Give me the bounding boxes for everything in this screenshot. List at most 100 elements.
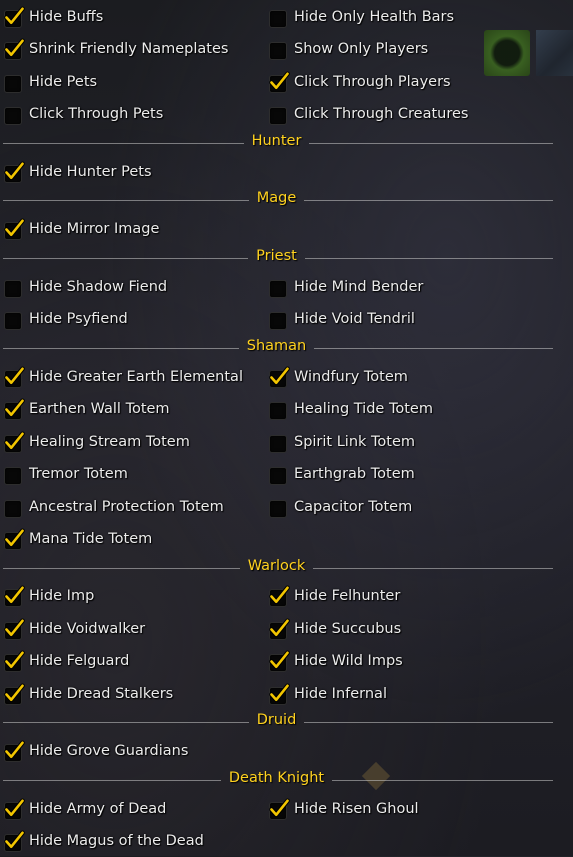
option-row: Hide Shadow Fiend Hide Mind Bender (0, 271, 573, 303)
checkbox-unchecked[interactable] (268, 498, 287, 518)
option-hide-felguard[interactable]: Hide Felguard (3, 645, 129, 677)
checkbox-unchecked[interactable] (3, 278, 22, 298)
checkbox-checked[interactable] (3, 398, 25, 420)
checkbox-checked[interactable] (3, 38, 25, 60)
option-hide-only-health-bars[interactable]: Hide Only Health Bars (268, 1, 454, 33)
checkbox-checked[interactable] (268, 618, 290, 640)
checkbox-unchecked[interactable] (3, 465, 22, 485)
checkbox-unchecked[interactable] (268, 465, 287, 485)
option-label: Hide Psyfiend (29, 311, 128, 327)
option-hide-infernal[interactable]: Hide Infernal (268, 678, 387, 710)
option-hide-succubus[interactable]: Hide Succubus (268, 613, 401, 645)
option-hide-pets[interactable]: Hide Pets (3, 66, 97, 98)
option-hide-void-tendril[interactable]: Hide Void Tendril (268, 303, 415, 335)
checkbox-box (269, 41, 287, 60)
checkbox-checked[interactable] (3, 6, 25, 28)
checkbox-checked[interactable] (268, 650, 290, 672)
option-label: Hide Risen Ghoul (294, 801, 419, 817)
checkbox-checked[interactable] (3, 830, 25, 852)
checkbox-unchecked[interactable] (268, 105, 287, 125)
option-healing-stream-totem[interactable]: Healing Stream Totem (3, 426, 190, 458)
option-label: Hide Succubus (294, 621, 402, 637)
option-earthgrab-totem[interactable]: Earthgrab Totem (268, 458, 415, 490)
option-click-through-creatures[interactable]: Click Through Creatures (268, 98, 468, 130)
option-hide-buffs[interactable]: Hide Buffs (3, 1, 103, 33)
option-label: Ancestral Protection Totem (29, 499, 224, 515)
option-hide-psyfiend[interactable]: Hide Psyfiend (3, 303, 128, 335)
checkbox-checked[interactable] (3, 650, 25, 672)
option-show-only-players[interactable]: Show Only Players (268, 33, 428, 65)
checkbox-unchecked[interactable] (268, 400, 287, 420)
option-hide-imp[interactable]: Hide Imp (3, 580, 94, 612)
option-hide-army-of-dead[interactable]: Hide Army of Dead (3, 793, 166, 825)
option-label: Mana Tide Totem (29, 531, 153, 547)
option-label: Hide Greater Earth Elemental (29, 369, 243, 385)
checkbox-box (269, 106, 287, 125)
checkbox-unchecked[interactable] (268, 310, 287, 330)
option-capacitor-totem[interactable]: Capacitor Totem (268, 491, 412, 523)
option-label: Click Through Pets (29, 106, 164, 122)
option-mana-tide-totem[interactable]: Mana Tide Totem (3, 523, 152, 555)
checkbox-checked[interactable] (3, 366, 25, 388)
option-hide-grove-guardians[interactable]: Hide Grove Guardians (3, 735, 188, 767)
checkbox-checked[interactable] (268, 798, 290, 820)
option-shrink-friendly-nameplates[interactable]: Shrink Friendly Nameplates (3, 33, 228, 65)
checkbox-unchecked[interactable] (3, 105, 22, 125)
option-hide-mind-bender[interactable]: Hide Mind Bender (268, 271, 423, 303)
section-title: Death Knight (228, 770, 325, 786)
option-label: Capacitor Totem (294, 499, 413, 515)
checkmark-icon (269, 618, 290, 637)
checkbox-checked[interactable] (3, 431, 25, 453)
option-ancestral-protection-totem[interactable]: Ancestral Protection Totem (3, 491, 224, 523)
option-hide-dread-stalkers[interactable]: Hide Dread Stalkers (3, 678, 173, 710)
option-row: Hide Felguard Hide Wild Imps (0, 645, 573, 677)
option-hide-voidwalker[interactable]: Hide Voidwalker (3, 613, 145, 645)
checkbox-unchecked[interactable] (3, 498, 22, 518)
checkbox-unchecked[interactable] (3, 310, 22, 330)
option-earthen-wall-totem[interactable]: Earthen Wall Totem (3, 393, 170, 425)
section-title: Druid (256, 712, 297, 728)
option-hide-magus-of-the-dead[interactable]: Hide Magus of the Dead (3, 825, 204, 857)
option-click-through-players[interactable]: Click Through Players (268, 66, 451, 98)
option-hide-mirror-image[interactable]: Hide Mirror Image (3, 213, 159, 245)
checkbox-checked[interactable] (3, 161, 25, 183)
divider-right (309, 143, 553, 144)
checkbox-checked[interactable] (3, 585, 25, 607)
checkbox-unchecked[interactable] (268, 278, 287, 298)
option-hide-shadow-fiend[interactable]: Hide Shadow Fiend (3, 271, 167, 303)
checkbox-checked[interactable] (3, 528, 25, 550)
checkmark-icon (4, 830, 25, 849)
option-spirit-link-totem[interactable]: Spirit Link Totem (268, 426, 415, 458)
option-label: Hide Felhunter (294, 588, 401, 604)
checkbox-checked[interactable] (3, 740, 25, 762)
checkbox-checked[interactable] (268, 366, 290, 388)
option-hide-risen-ghoul[interactable]: Hide Risen Ghoul (268, 793, 419, 825)
checkbox-unchecked[interactable] (268, 8, 287, 28)
option-hide-greater-earth-elemental[interactable]: Hide Greater Earth Elemental (3, 361, 243, 393)
checkmark-icon (269, 798, 290, 817)
checkbox-checked[interactable] (3, 798, 25, 820)
option-click-through-pets[interactable]: Click Through Pets (3, 98, 163, 130)
option-label: Click Through Creatures (294, 106, 469, 122)
option-hide-wild-imps[interactable]: Hide Wild Imps (268, 645, 403, 677)
checkbox-unchecked[interactable] (268, 40, 287, 60)
checkbox-checked[interactable] (3, 218, 25, 240)
checkbox-unchecked[interactable] (268, 433, 287, 453)
option-row: Hide Dread Stalkers Hide Infernal (0, 678, 573, 710)
option-row: Ancestral Protection Totem Capacitor Tote… (0, 491, 573, 523)
option-tremor-totem[interactable]: Tremor Totem (3, 458, 128, 490)
checkbox-checked[interactable] (268, 683, 290, 705)
checkbox-checked[interactable] (268, 71, 290, 93)
option-windfury-totem[interactable]: Windfury Totem (268, 361, 408, 393)
option-hide-felhunter[interactable]: Hide Felhunter (268, 580, 400, 612)
option-label: Hide Voidwalker (29, 621, 146, 637)
option-healing-tide-totem[interactable]: Healing Tide Totem (268, 393, 433, 425)
checkbox-box (4, 499, 22, 518)
checkbox-checked[interactable] (3, 683, 25, 705)
option-hide-hunter-pets[interactable]: Hide Hunter Pets (3, 156, 152, 188)
checkbox-checked[interactable] (3, 618, 25, 640)
checkbox-unchecked[interactable] (3, 73, 22, 93)
checkbox-checked[interactable] (268, 585, 290, 607)
checkbox-box (269, 466, 287, 485)
divider-right (313, 568, 553, 569)
